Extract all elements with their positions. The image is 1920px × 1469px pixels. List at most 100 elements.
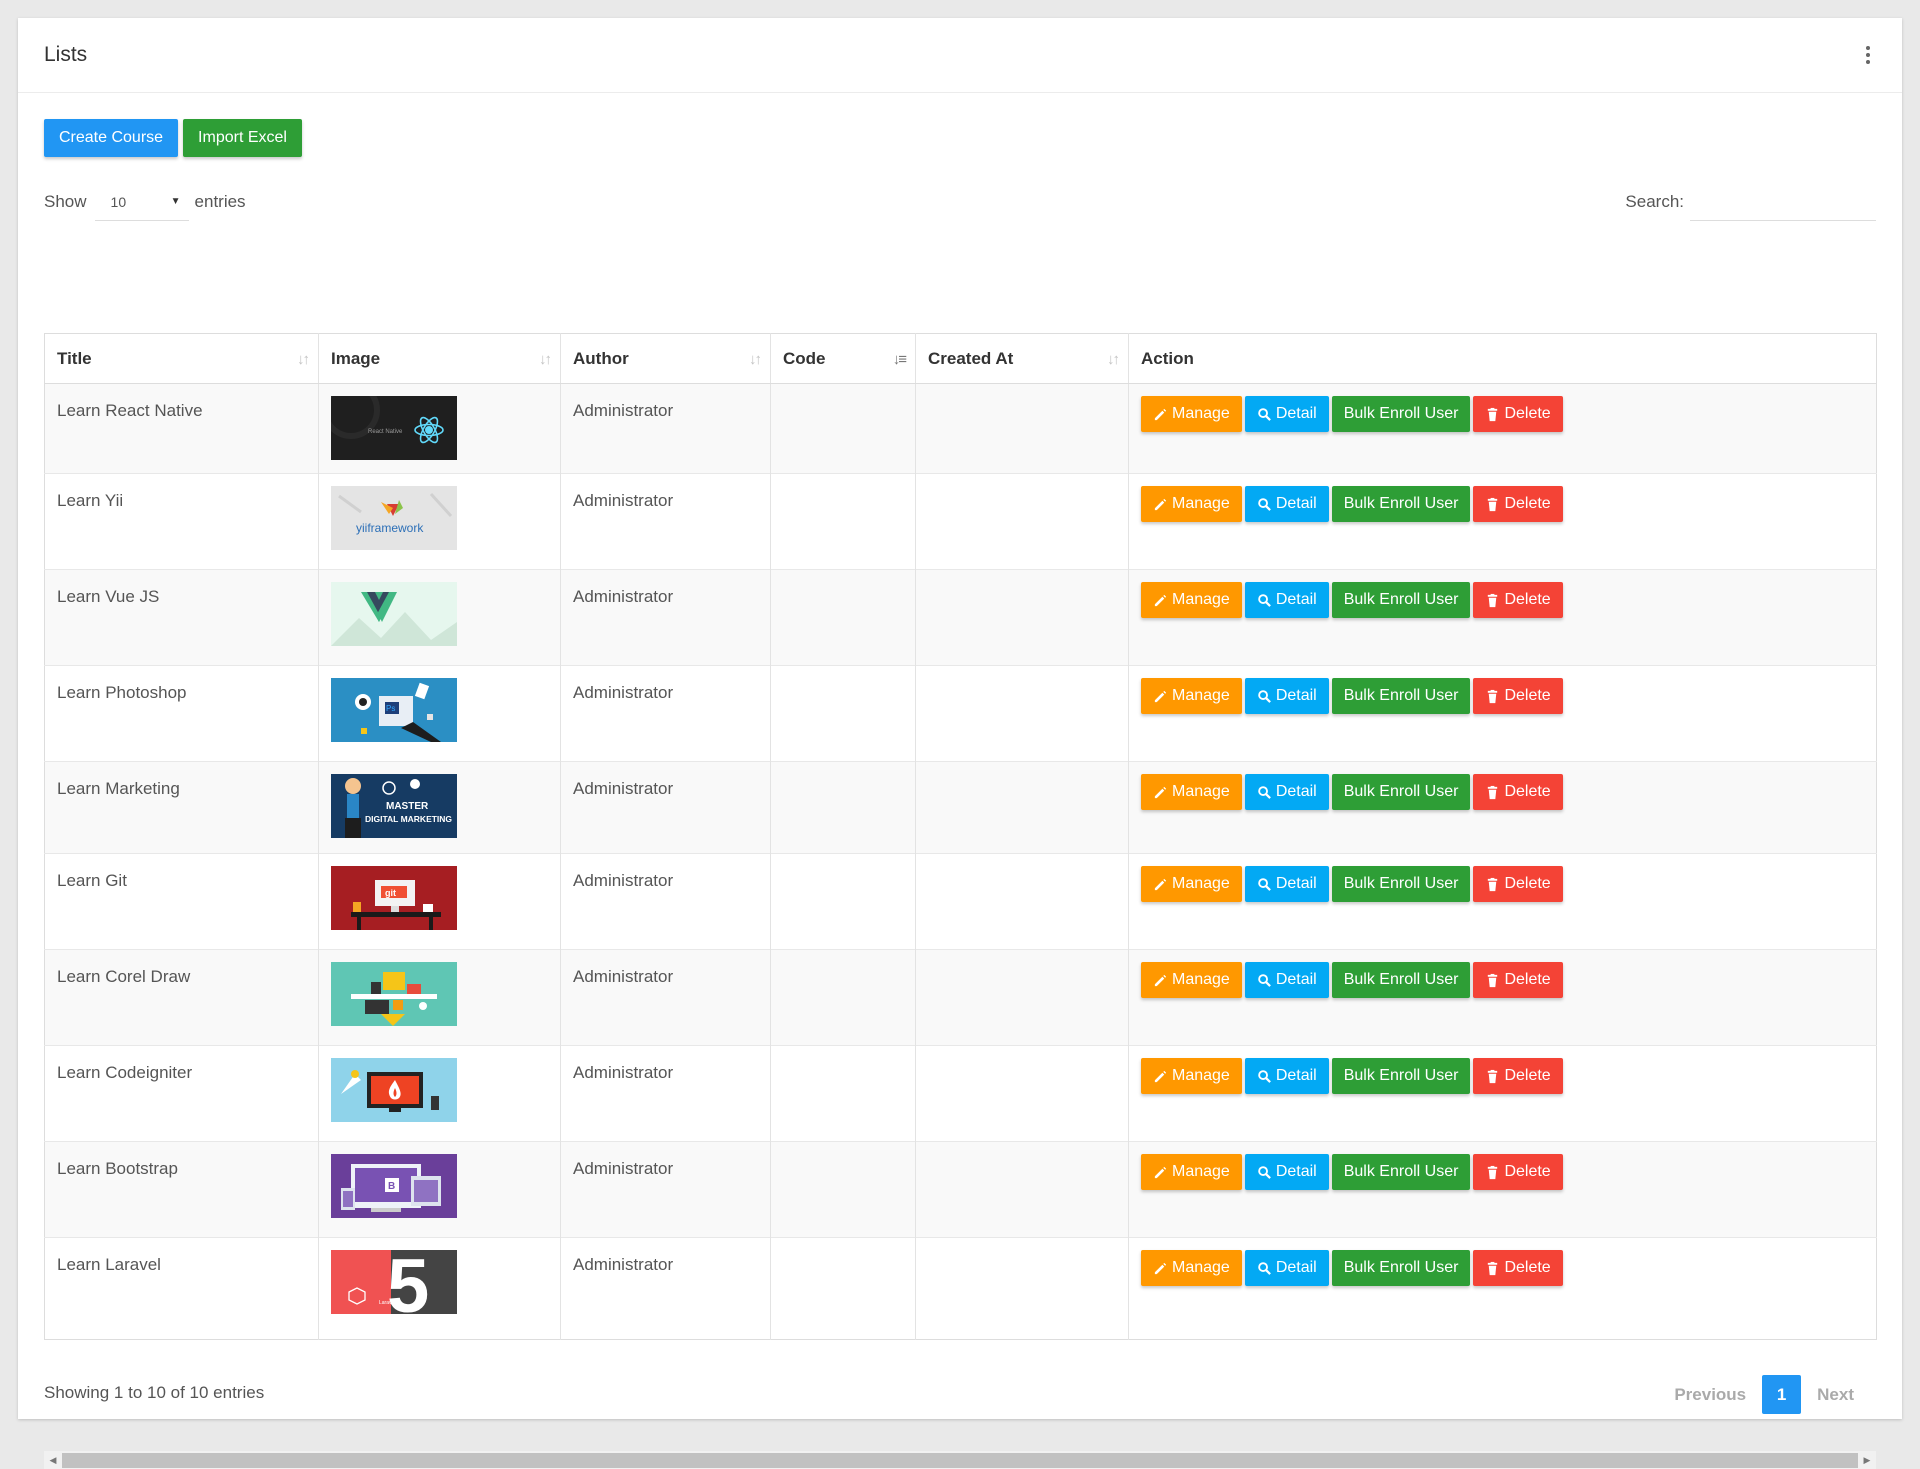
bulk-enroll-user-button[interactable]: Bulk Enroll User <box>1331 962 1471 998</box>
manage-button[interactable]: Manage <box>1141 678 1242 714</box>
detail-button[interactable]: Detail <box>1244 1250 1329 1286</box>
column-header-code[interactable]: Code ↓≡ <box>770 333 916 384</box>
delete-button[interactable]: Delete <box>1473 1250 1563 1286</box>
delete-button[interactable]: Delete <box>1473 866 1563 902</box>
cell-created-at <box>915 569 1129 666</box>
bulk-enroll-user-button[interactable]: Bulk Enroll User <box>1331 678 1471 714</box>
manage-button[interactable]: Manage <box>1141 486 1242 522</box>
cell-title: Learn Photoshop <box>44 665 319 762</box>
import-excel-button[interactable]: Import Excel <box>183 119 302 157</box>
row-actions: Manage Detail Bulk Enroll User Delete <box>1141 1154 1864 1190</box>
row-actions: Manage Detail Bulk Enroll User Delete <box>1141 396 1864 432</box>
svg-text:Ps: Ps <box>386 704 395 713</box>
courses-table: Title ↓↑ Image ↓↑ Author ↓↑ Code ↓≡ Created … <box>44 333 1877 1340</box>
cell-author: Administrator <box>560 569 771 666</box>
bulk-enroll-user-button[interactable]: Bulk Enroll User <box>1331 1058 1471 1094</box>
bulk-enroll-user-button[interactable]: Bulk Enroll User <box>1331 1250 1471 1286</box>
cell-code <box>770 473 916 570</box>
delete-button[interactable]: Delete <box>1473 486 1563 522</box>
cell-code <box>770 1141 916 1238</box>
scroll-right-icon[interactable]: ▶ <box>1858 1455 1876 1466</box>
svg-text:yiiframework: yiiframework <box>356 521 424 535</box>
search-icon <box>1257 785 1272 800</box>
search-input[interactable] <box>1690 183 1876 221</box>
lists-card: Lists Create Course Import Excel Show 10… <box>18 18 1902 1469</box>
svg-text:git: git <box>385 888 396 898</box>
table-row: Learn Git git Administrator Manage Detail Bul… <box>44 853 1877 950</box>
search-icon <box>1257 1069 1272 1084</box>
bulk-enroll-user-button[interactable]: Bulk Enroll User <box>1331 774 1471 810</box>
cell-title: Learn Corel Draw <box>44 949 319 1046</box>
svg-text:DIGITAL MARKETING: DIGITAL MARKETING <box>365 814 452 824</box>
manage-button[interactable]: Manage <box>1141 1058 1242 1094</box>
next-page-button[interactable]: Next <box>1803 1385 1868 1405</box>
detail-button[interactable]: Detail <box>1244 774 1329 810</box>
detail-button[interactable]: Detail <box>1244 678 1329 714</box>
scrollbar-thumb[interactable] <box>62 1452 1858 1468</box>
bulk-enroll-user-button[interactable]: Bulk Enroll User <box>1331 582 1471 618</box>
cell-actions: Manage Detail Bulk Enroll User Delete <box>1128 853 1877 950</box>
detail-button[interactable]: Detail <box>1244 486 1329 522</box>
row-actions: Manage Detail Bulk Enroll User Delete <box>1141 1250 1864 1286</box>
cell-author: Administrator <box>560 853 771 950</box>
bulk-enroll-user-button[interactable]: Bulk Enroll User <box>1331 486 1471 522</box>
delete-button[interactable]: Delete <box>1473 678 1563 714</box>
horizontal-scrollbar[interactable]: ◀ ▶ <box>44 1451 1876 1469</box>
entries-length-select[interactable]: 10 ▼ <box>94 183 189 221</box>
course-thumbnail-corel-draw-thumbnail <box>331 962 457 1026</box>
detail-button[interactable]: Detail <box>1244 866 1329 902</box>
column-header-created-at[interactable]: Created At ↓↑ <box>915 333 1129 384</box>
manage-button[interactable]: Manage <box>1141 582 1242 618</box>
detail-button[interactable]: Detail <box>1244 582 1329 618</box>
trash-icon <box>1485 689 1500 704</box>
delete-button[interactable]: Delete <box>1473 774 1563 810</box>
sort-icon: ↓↑ <box>297 351 310 368</box>
scroll-left-icon[interactable]: ◀ <box>44 1455 62 1466</box>
detail-button[interactable]: Detail <box>1244 1154 1329 1190</box>
pencil-icon <box>1153 689 1168 704</box>
detail-button[interactable]: Detail <box>1244 1058 1329 1094</box>
cell-code <box>770 665 916 762</box>
manage-button[interactable]: Manage <box>1141 1154 1242 1190</box>
bulk-enroll-user-button[interactable]: Bulk Enroll User <box>1331 866 1471 902</box>
trash-icon <box>1485 1069 1500 1084</box>
create-course-button[interactable]: Create Course <box>44 119 179 157</box>
detail-button[interactable]: Detail <box>1244 962 1329 998</box>
cell-created-at <box>915 473 1129 570</box>
cell-actions: Manage Detail Bulk Enroll User Delete <box>1128 665 1877 762</box>
manage-button[interactable]: Manage <box>1141 774 1242 810</box>
manage-button[interactable]: Manage <box>1141 866 1242 902</box>
search-icon <box>1257 877 1272 892</box>
detail-button[interactable]: Detail <box>1244 396 1329 432</box>
pencil-icon <box>1153 785 1168 800</box>
delete-button[interactable]: Delete <box>1473 1154 1563 1190</box>
cell-author: Administrator <box>560 1045 771 1142</box>
trash-icon <box>1485 1165 1500 1180</box>
cell-author: Administrator <box>560 383 771 474</box>
previous-page-button[interactable]: Previous <box>1660 1385 1760 1405</box>
bulk-enroll-user-button[interactable]: Bulk Enroll User <box>1331 396 1471 432</box>
cell-title: Learn Marketing <box>44 761 319 854</box>
manage-button[interactable]: Manage <box>1141 1250 1242 1286</box>
cell-author: Administrator <box>560 761 771 854</box>
cell-image: yiiframework <box>318 473 561 570</box>
cell-actions: Manage Detail Bulk Enroll User Delete <box>1128 761 1877 854</box>
delete-button[interactable]: Delete <box>1473 582 1563 618</box>
delete-button[interactable]: Delete <box>1473 962 1563 998</box>
manage-button[interactable]: Manage <box>1141 396 1242 432</box>
cell-title: Learn Yii <box>44 473 319 570</box>
manage-button[interactable]: Manage <box>1141 962 1242 998</box>
table-header-row: Title ↓↑ Image ↓↑ Author ↓↑ Code ↓≡ Created … <box>44 333 1877 384</box>
cell-created-at <box>915 665 1129 762</box>
column-header-author[interactable]: Author ↓↑ <box>560 333 771 384</box>
cell-title: Learn Codeigniter <box>44 1045 319 1142</box>
column-header-image[interactable]: Image ↓↑ <box>318 333 561 384</box>
more-options-icon[interactable] <box>1858 43 1878 67</box>
bulk-enroll-user-button[interactable]: Bulk Enroll User <box>1331 1154 1471 1190</box>
column-header-title[interactable]: Title ↓↑ <box>44 333 319 384</box>
delete-button[interactable]: Delete <box>1473 1058 1563 1094</box>
show-label: Show <box>44 192 87 211</box>
page-button-current[interactable]: 1 <box>1762 1375 1802 1414</box>
delete-button[interactable]: Delete <box>1473 396 1563 432</box>
cell-author: Administrator <box>560 473 771 570</box>
